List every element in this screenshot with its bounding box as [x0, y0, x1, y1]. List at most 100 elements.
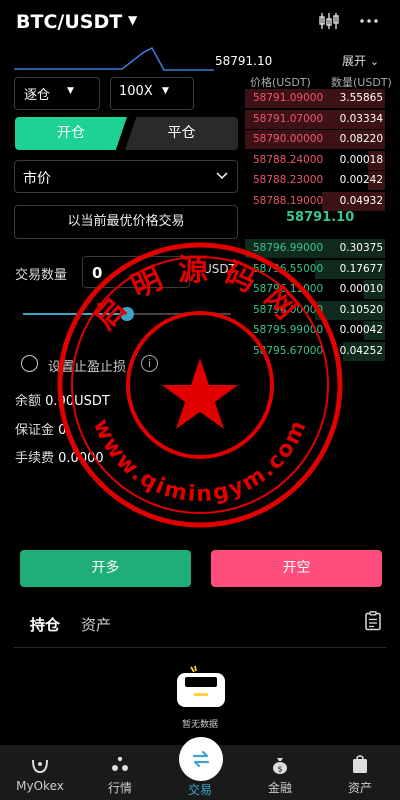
divider	[14, 647, 386, 648]
order-type-value: 市价	[23, 171, 51, 187]
ask-qty: 0.03334	[339, 112, 383, 125]
ask-row[interactable]: 58791.07000 0.03334	[245, 109, 400, 129]
bid-price: 58796.99000	[253, 242, 324, 254]
expand-label: 展开	[342, 54, 367, 68]
slider-fill	[23, 313, 127, 315]
fee-label: 手续费	[15, 451, 55, 466]
book-price-header: 价格(USDT)	[250, 76, 311, 89]
bid-price: 58796.00000	[253, 303, 324, 316]
svg-text:$: $	[277, 765, 282, 774]
margin-mode-value: 逐仓	[24, 88, 51, 103]
caret-down-icon: ▼	[67, 86, 74, 96]
caret-down-icon: ▼	[162, 86, 169, 96]
tpsl-radio[interactable]	[21, 355, 38, 372]
ask-row[interactable]: 58788.23000 0.00242	[245, 171, 400, 190]
ask-price: 58790.00000	[253, 133, 324, 145]
bid-price: 58795.67000	[253, 344, 324, 357]
ask-price: 58791.07000	[253, 112, 324, 125]
ask-qty: 0.00018	[339, 153, 383, 166]
candlestick-settings-icon[interactable]	[318, 10, 340, 32]
tabbar-item-myokex[interactable]: MyOkex	[0, 745, 80, 800]
tabbar-label: MyOkex	[16, 779, 64, 793]
margin-value: 0	[58, 423, 67, 438]
empty-box-icon	[177, 665, 225, 707]
ask-row[interactable]: 58790.00000 0.08220	[245, 130, 400, 149]
slider-handle[interactable]	[120, 307, 134, 321]
market-icon	[112, 756, 128, 771]
tab-positions[interactable]: 持仓	[30, 614, 60, 635]
watermark-bottom-text: www.qimingym.com	[88, 415, 310, 507]
quantity-value: 0	[92, 264, 103, 282]
bid-qty: 0.10520	[339, 303, 383, 316]
expand-button[interactable]: 展开 ⌄	[342, 52, 379, 69]
empty-state-text: 暂无数据	[181, 720, 218, 730]
ask-row[interactable]: 58791.09000 3.55865	[245, 89, 400, 108]
bid-price: 58796.11000	[253, 283, 324, 295]
ask-qty: 0.08220	[339, 133, 383, 145]
tabbar-label: 行情	[107, 781, 132, 795]
bid-row[interactable]: 58795.99000 0.00042	[245, 321, 400, 340]
ask-qty: 0.04932	[339, 194, 383, 207]
svg-text:www.qimingym.com: www.qimingym.com	[88, 415, 312, 507]
open-long-button[interactable]: 开多	[20, 550, 191, 587]
trade-icon	[192, 750, 210, 768]
info-icon[interactable]: i	[141, 355, 158, 372]
bid-price: 58796.55000	[253, 262, 324, 275]
bid-qty: 0.17677	[339, 262, 383, 275]
margin-row: 保证金 0	[15, 419, 66, 438]
fee-row: 手续费 0.0000	[15, 447, 104, 466]
myokex-icon	[32, 759, 48, 774]
quantity-label: 交易数量	[15, 268, 68, 283]
leverage-value: 100X	[119, 84, 153, 99]
tabbar-label-trade[interactable]: 交易	[160, 781, 240, 798]
fee-value: 0.0000	[58, 451, 104, 466]
bid-qty: 0.30375	[339, 242, 383, 254]
open-short-button[interactable]: 开空	[211, 550, 382, 587]
bid-row[interactable]: 58796.99000 0.30375	[245, 239, 400, 258]
bid-row[interactable]: 58796.00000 0.10520	[245, 300, 400, 320]
ask-price: 58788.23000	[253, 174, 324, 186]
bid-qty: 0.00042	[339, 324, 383, 336]
last-price: 58791.10	[215, 54, 273, 68]
ask-price: 58788.19000	[253, 194, 324, 207]
balance-label: 余额	[15, 394, 42, 409]
pair-title[interactable]: BTC/USDT	[16, 11, 122, 33]
ask-qty: 0.00242	[339, 174, 383, 186]
assets-icon	[353, 755, 367, 773]
balance-row: 余额 0.00USDT	[15, 390, 110, 409]
ask-row[interactable]: 58788.19000 0.04932	[245, 191, 400, 211]
quantity-unit: USDT	[203, 262, 236, 276]
ask-row[interactable]: 58788.24000 0.00018	[245, 150, 400, 170]
bid-row[interactable]: 58796.11000 0.00010	[245, 280, 400, 299]
tab-open-position[interactable]: 开仓	[15, 117, 127, 150]
tabbar-item-finance[interactable]: $ 金融	[240, 745, 320, 800]
tabbar-item-trade[interactable]	[179, 737, 223, 781]
best-price-button[interactable]: 以当前最优价格交易	[14, 205, 238, 239]
bid-row[interactable]: 58795.67000 0.04252	[245, 341, 400, 361]
ask-qty: 3.55865	[339, 92, 383, 104]
finance-icon: $	[273, 758, 287, 774]
tab-close-position[interactable]: 平仓	[125, 117, 238, 150]
tabbar-label: 资产	[347, 781, 372, 795]
tpsl-label: 设置止盈止损	[48, 360, 127, 375]
more-dots-icon[interactable]	[358, 10, 380, 32]
tabbar-label: 金融	[267, 781, 292, 795]
bid-row[interactable]: 58796.55000 0.17677	[245, 259, 400, 279]
chevron-down-icon	[216, 172, 228, 180]
tabbar-item-market[interactable]: 行情	[80, 745, 160, 800]
tab-assets[interactable]: 资产	[81, 614, 111, 635]
caret-down-icon[interactable]: ▼	[128, 13, 137, 27]
tabbar-item-assets[interactable]: 资产	[320, 745, 400, 800]
bid-price: 58795.99000	[253, 324, 324, 336]
ask-price: 58788.24000	[253, 153, 324, 166]
ask-price: 58791.09000	[253, 92, 324, 104]
balance-value: 0.00USDT	[45, 394, 110, 409]
bid-qty: 0.04252	[339, 344, 383, 357]
bid-qty: 0.00010	[339, 283, 383, 295]
price-sparkline	[14, 46, 214, 71]
chevron-down-icon: ⌄	[369, 55, 380, 68]
book-qty-header: 数量(USDT)	[331, 76, 392, 89]
order-history-icon[interactable]	[364, 611, 382, 631]
mid-price: 58791.10	[286, 210, 355, 225]
margin-label: 保证金	[15, 423, 55, 438]
